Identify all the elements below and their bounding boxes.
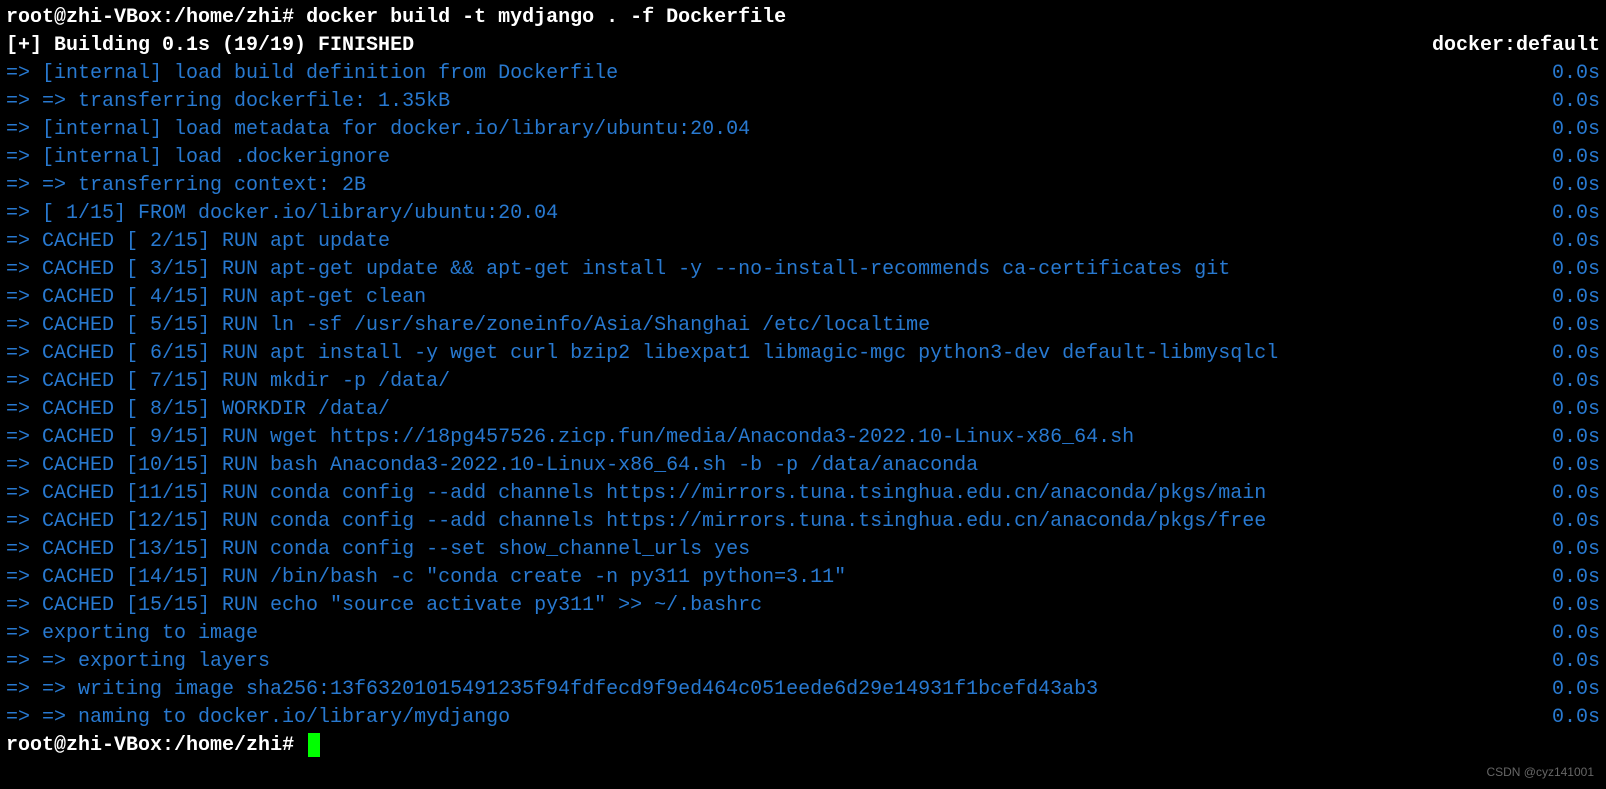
prompt-user-host: root@zhi-VBox xyxy=(6,6,162,29)
build-line: => CACHED [ 9/15] RUN wget https://18pg4… xyxy=(6,424,1600,452)
build-line: => CACHED [ 3/15] RUN apt-get update && … xyxy=(6,256,1600,284)
build-line-duration: 0.0s xyxy=(1532,256,1600,284)
build-line-text: => CACHED [ 9/15] RUN wget https://18pg4… xyxy=(6,424,1134,452)
build-line-text: => exporting to image xyxy=(6,620,258,648)
build-line: => CACHED [12/15] RUN conda config --add… xyxy=(6,508,1600,536)
build-line-text: => CACHED [ 4/15] RUN apt-get clean xyxy=(6,284,426,312)
build-line-duration: 0.0s xyxy=(1532,368,1600,396)
build-line-duration: 0.0s xyxy=(1532,424,1600,452)
watermark: CSDN @cyz141001 xyxy=(1486,764,1594,781)
build-line-text: => CACHED [ 2/15] RUN apt update xyxy=(6,228,390,256)
build-line-duration: 0.0s xyxy=(1532,60,1600,88)
build-status-line: [+] Building 0.1s (19/19) FINISHED docke… xyxy=(6,32,1600,60)
build-line-text: => => writing image sha256:13f6320101549… xyxy=(6,676,1098,704)
build-line-text: => CACHED [ 5/15] RUN ln -sf /usr/share/… xyxy=(6,312,930,340)
build-line-duration: 0.0s xyxy=(1532,340,1600,368)
build-line: => => transferring dockerfile: 1.35kB 0.0… xyxy=(6,88,1600,116)
build-line-duration: 0.0s xyxy=(1532,508,1600,536)
build-line-text: => [internal] load build definition from… xyxy=(6,60,618,88)
build-line-text: => CACHED [ 8/15] WORKDIR /data/ xyxy=(6,396,390,424)
build-line-duration: 0.0s xyxy=(1532,228,1600,256)
build-line-text: => CACHED [ 6/15] RUN apt install -y wge… xyxy=(6,340,1278,368)
build-line: => CACHED [ 2/15] RUN apt update 0.0s xyxy=(6,228,1600,256)
build-line-duration: 0.0s xyxy=(1532,452,1600,480)
prompt-symbol: # xyxy=(282,6,294,29)
build-line-text: => [internal] load metadata for docker.i… xyxy=(6,116,750,144)
cursor xyxy=(308,733,320,757)
build-line-text: => CACHED [10/15] RUN bash Anaconda3-202… xyxy=(6,452,978,480)
build-line-duration: 0.0s xyxy=(1532,396,1600,424)
prompt-path: /home/zhi xyxy=(174,6,282,29)
build-line-text: => CACHED [13/15] RUN conda config --set… xyxy=(6,536,750,564)
build-line-text: => [ 1/15] FROM docker.io/library/ubuntu… xyxy=(6,200,558,228)
build-line-duration: 0.0s xyxy=(1532,676,1600,704)
build-line-duration: 0.0s xyxy=(1532,648,1600,676)
prompt-user-host: root@zhi-VBox xyxy=(6,734,162,757)
build-line: => CACHED [15/15] RUN echo "source activ… xyxy=(6,592,1600,620)
build-line-duration: 0.0s xyxy=(1532,284,1600,312)
build-line-text: => CACHED [12/15] RUN conda config --add… xyxy=(6,508,1266,536)
build-line-text: => => transferring dockerfile: 1.35kB xyxy=(6,88,450,116)
prompt-line-2: root@zhi-VBox:/home/zhi# xyxy=(6,732,1600,760)
build-line-duration: 0.0s xyxy=(1532,88,1600,116)
build-line: => [internal] load metadata for docker.i… xyxy=(6,116,1600,144)
build-line: => exporting to image 0.0s xyxy=(6,620,1600,648)
build-line-text: => => exporting layers xyxy=(6,648,270,676)
build-line-text: => [internal] load .dockerignore xyxy=(6,144,390,172)
build-status-left: [+] Building 0.1s (19/19) FINISHED xyxy=(6,32,414,60)
build-line: => => exporting layers 0.0s xyxy=(6,648,1600,676)
build-line-duration: 0.0s xyxy=(1532,144,1600,172)
prompt-line-1: root@zhi-VBox:/home/zhi# docker build -t… xyxy=(6,4,1600,32)
build-line: => => naming to docker.io/library/mydjan… xyxy=(6,704,1600,732)
build-line: => CACHED [10/15] RUN bash Anaconda3-202… xyxy=(6,452,1600,480)
prompt-symbol: # xyxy=(282,734,294,757)
build-line-text: => CACHED [15/15] RUN echo "source activ… xyxy=(6,592,762,620)
command-text: docker build -t mydjango . -f Dockerfile xyxy=(306,6,786,29)
terminal-output[interactable]: root@zhi-VBox:/home/zhi# docker build -t… xyxy=(6,4,1600,760)
build-line-text: => CACHED [ 3/15] RUN apt-get update && … xyxy=(6,256,1230,284)
build-line-text: => => naming to docker.io/library/mydjan… xyxy=(6,704,510,732)
build-line: => [ 1/15] FROM docker.io/library/ubuntu… xyxy=(6,200,1600,228)
build-line-duration: 0.0s xyxy=(1532,172,1600,200)
build-line: => => writing image sha256:13f6320101549… xyxy=(6,676,1600,704)
build-line: => CACHED [11/15] RUN conda config --add… xyxy=(6,480,1600,508)
build-output: => [internal] load build definition from… xyxy=(6,60,1600,732)
prompt-path: /home/zhi xyxy=(174,734,282,757)
build-line: => CACHED [13/15] RUN conda config --set… xyxy=(6,536,1600,564)
build-line-text: => CACHED [14/15] RUN /bin/bash -c "cond… xyxy=(6,564,846,592)
build-line: => CACHED [14/15] RUN /bin/bash -c "cond… xyxy=(6,564,1600,592)
build-line: => CACHED [ 5/15] RUN ln -sf /usr/share/… xyxy=(6,312,1600,340)
build-line: => [internal] load build definition from… xyxy=(6,60,1600,88)
build-line-duration: 0.0s xyxy=(1532,480,1600,508)
build-line-duration: 0.0s xyxy=(1532,312,1600,340)
build-line-text: => => transferring context: 2B xyxy=(6,172,366,200)
build-line-duration: 0.0s xyxy=(1532,592,1600,620)
build-line: => CACHED [ 8/15] WORKDIR /data/0.0s xyxy=(6,396,1600,424)
build-line: => [internal] load .dockerignore 0.0s xyxy=(6,144,1600,172)
build-status-right: docker:default xyxy=(1432,32,1600,60)
build-line-duration: 0.0s xyxy=(1532,116,1600,144)
build-line-duration: 0.0s xyxy=(1532,564,1600,592)
build-line: => CACHED [ 6/15] RUN apt install -y wge… xyxy=(6,340,1600,368)
build-line-duration: 0.0s xyxy=(1532,200,1600,228)
build-line-duration: 0.0s xyxy=(1532,704,1600,732)
build-line-text: => CACHED [11/15] RUN conda config --add… xyxy=(6,480,1266,508)
build-line-duration: 0.0s xyxy=(1532,620,1600,648)
build-line: => CACHED [ 7/15] RUN mkdir -p /data/0.0… xyxy=(6,368,1600,396)
build-line-duration: 0.0s xyxy=(1532,536,1600,564)
build-line-text: => CACHED [ 7/15] RUN mkdir -p /data/ xyxy=(6,368,450,396)
build-line: => CACHED [ 4/15] RUN apt-get clean 0.0s xyxy=(6,284,1600,312)
build-line: => => transferring context: 2B 0.0s xyxy=(6,172,1600,200)
